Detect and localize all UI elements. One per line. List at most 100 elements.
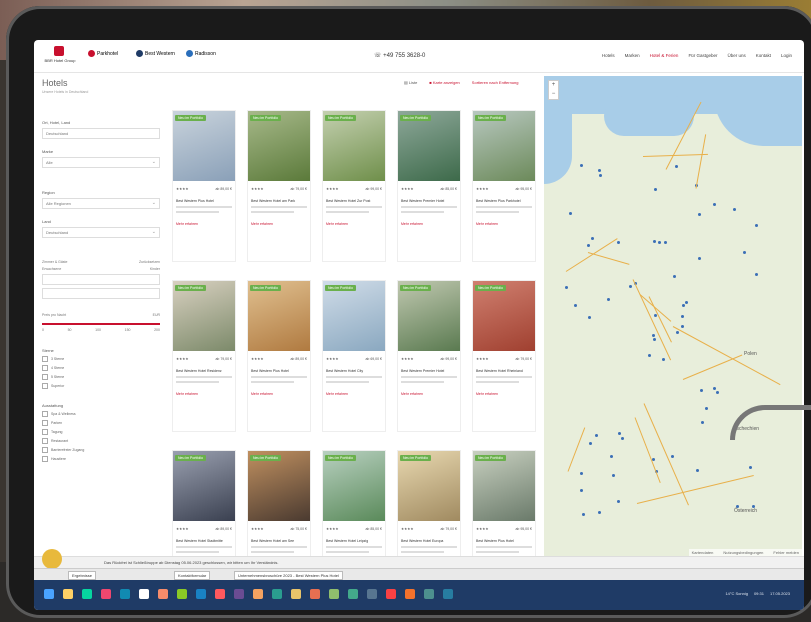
rooms-reset-link[interactable]: Zurücksetzen	[139, 260, 160, 264]
hotel-map-pin[interactable]	[580, 163, 584, 167]
hotel-name[interactable]: Best Western Hotel Europa	[398, 531, 460, 543]
stars-option[interactable]: Superior	[42, 383, 160, 389]
price-slider[interactable]	[42, 323, 160, 325]
hotel-name[interactable]: Best Western Plus Parkhotel	[473, 191, 535, 203]
hotel-name[interactable]: Best Western Hotel Zur Post	[323, 191, 385, 203]
taskbar-app-icon[interactable]	[367, 589, 377, 599]
hotel-map-pin[interactable]	[749, 465, 753, 469]
partner-logo-2[interactable]: Best Western	[136, 50, 175, 57]
hotel-map-pin[interactable]	[735, 504, 739, 508]
hotel-map-pin[interactable]	[700, 388, 704, 392]
taskbar-app-icon[interactable]	[158, 589, 168, 599]
hotel-map[interactable]: + − Polen Tschechien Österreich Kartendat…	[544, 76, 802, 556]
hotel-map-pin[interactable]	[684, 300, 688, 304]
hotel-map-pin[interactable]	[598, 510, 602, 514]
taskbar-app-icon[interactable]	[139, 589, 149, 599]
amenity-option[interactable]: Haustiere	[42, 456, 160, 462]
hotel-map-pin[interactable]	[594, 434, 598, 438]
hotel-map-pin[interactable]	[647, 354, 651, 358]
amenity-option[interactable]: Barrierefreier Zugang	[42, 447, 160, 453]
hotel-name[interactable]: Best Western Plus Hotel	[173, 191, 235, 203]
clock-date[interactable]: 17.05.2023	[770, 591, 790, 596]
checkbox[interactable]	[42, 438, 48, 444]
hotel-map-pin[interactable]	[581, 512, 585, 516]
checkbox[interactable]	[42, 429, 48, 435]
hotel-map-pin[interactable]	[715, 391, 719, 395]
hotel-map-pin[interactable]	[676, 331, 680, 335]
hotel-map-pin[interactable]	[587, 243, 591, 247]
hotel-photo[interactable]: Neu im Portfolio	[398, 281, 460, 351]
hotel-name[interactable]: Best Western Hotel Leipzig	[323, 531, 385, 543]
hotel-photo[interactable]: Neu im Portfolio	[248, 451, 310, 521]
amenity-option[interactable]: Tagung	[42, 429, 160, 435]
checkbox[interactable]	[42, 383, 48, 389]
nav-item-ueber-uns[interactable]: Über uns	[727, 53, 745, 58]
taskbar-app-icon[interactable]	[386, 589, 396, 599]
hotel-map-pin[interactable]	[671, 455, 675, 459]
taskbar-app-icon[interactable]	[44, 589, 54, 599]
partner-logo-1[interactable]: Parkhotel	[88, 50, 118, 57]
checkbox[interactable]	[42, 420, 48, 426]
hotel-photo[interactable]: Neu im Portfolio	[248, 281, 310, 351]
hotel-photo[interactable]: Neu im Portfolio	[323, 281, 385, 351]
hotel-photo[interactable]: Neu im Portfolio	[173, 281, 235, 351]
zoom-in-icon[interactable]: +	[549, 81, 558, 90]
stars-option[interactable]: 5 Sterne	[42, 374, 160, 380]
nav-item-marken[interactable]: Marken	[625, 53, 640, 58]
country-select[interactable]: Deutschland ⌄	[42, 227, 160, 238]
browser-tab[interactable]: Unternehmensbroschüre 2023 - Best Wester…	[234, 571, 343, 580]
more-link[interactable]: Mehr erfahren	[398, 213, 460, 226]
hotel-map-pin[interactable]	[618, 431, 622, 435]
hotel-map-pin[interactable]	[696, 469, 700, 473]
hotel-map-pin[interactable]	[597, 169, 601, 173]
hotel-map-pin[interactable]	[712, 203, 716, 207]
hotel-card[interactable]: Neu im Portfolio ★★★★ ab 95,00 € Best Weste…	[472, 110, 536, 262]
hotel-map-pin[interactable]	[751, 505, 755, 509]
region-select[interactable]: Alle Regionen ⌄	[42, 198, 160, 209]
more-link[interactable]: Mehr erfahren	[323, 383, 385, 396]
weather-widget[interactable]: 14°C Sonnig	[725, 591, 748, 596]
amenity-option[interactable]: Parken	[42, 420, 160, 426]
more-link[interactable]: Mehr erfahren	[473, 213, 535, 226]
nav-item-kontakt[interactable]: Kontakt	[756, 53, 771, 58]
taskbar-app-icon[interactable]	[329, 589, 339, 599]
brand-select[interactable]: Alle ⌄	[42, 157, 160, 168]
more-link[interactable]: Mehr erfahren	[173, 383, 235, 396]
hotel-map-pin[interactable]	[589, 441, 593, 445]
taskbar-app-icon[interactable]	[253, 589, 263, 599]
hotel-card[interactable]: Neu im Portfolio ★★★★ ab 99,00 € Best Weste…	[397, 280, 461, 432]
map-zoom-control[interactable]: + −	[548, 80, 559, 100]
checkbox[interactable]	[42, 356, 48, 362]
hotel-map-pin[interactable]	[611, 474, 615, 478]
hotel-map-pin[interactable]	[681, 314, 685, 318]
hotel-map-pin[interactable]	[591, 236, 595, 240]
hotel-map-pin[interactable]	[628, 284, 632, 288]
taskbar-app-icon[interactable]	[443, 589, 453, 599]
hotel-map-pin[interactable]	[713, 386, 717, 390]
search-input[interactable]: Deutschland	[42, 128, 160, 139]
taskbar-app-icon[interactable]	[310, 589, 320, 599]
phone-number[interactable]: ☏ +49 755 3628-0	[374, 52, 425, 59]
hotel-map-pin[interactable]	[568, 211, 572, 215]
taskbar-app-icon[interactable]	[272, 589, 282, 599]
amenity-option[interactable]: Spa & Wellness	[42, 411, 160, 417]
rooms-stepper[interactable]	[42, 288, 160, 299]
hotel-card[interactable]: Neu im Portfolio ★★★★ ab 79,00 € Best Weste…	[172, 280, 236, 432]
hotel-name[interactable]: Best Western Hotel Residenz	[173, 361, 235, 373]
hotel-map-pin[interactable]	[743, 251, 747, 255]
hotel-photo[interactable]: Neu im Portfolio	[473, 111, 535, 181]
hotel-map-pin[interactable]	[673, 274, 677, 278]
hotel-map-pin[interactable]	[681, 303, 685, 307]
checkbox[interactable]	[42, 365, 48, 371]
map-toggle[interactable]: ■ Karte anzeigen	[429, 80, 459, 85]
amenity-option[interactable]: Restaurant	[42, 438, 160, 444]
hotel-photo[interactable]: Neu im Portfolio	[323, 451, 385, 521]
hotel-card[interactable]: Neu im Portfolio ★★★★ ab 79,00 € Best Weste…	[247, 110, 311, 262]
list-view-toggle[interactable]: ▤ Liste	[404, 80, 417, 85]
taskbar-app-icon[interactable]	[120, 589, 130, 599]
assistant-avatar-icon[interactable]	[42, 549, 62, 569]
nav-item-login[interactable]: Login	[781, 53, 792, 58]
checkbox[interactable]	[42, 456, 48, 462]
hotel-name[interactable]: Best Western Plus Hotel	[473, 531, 535, 543]
taskbar-app-icon[interactable]	[234, 589, 244, 599]
